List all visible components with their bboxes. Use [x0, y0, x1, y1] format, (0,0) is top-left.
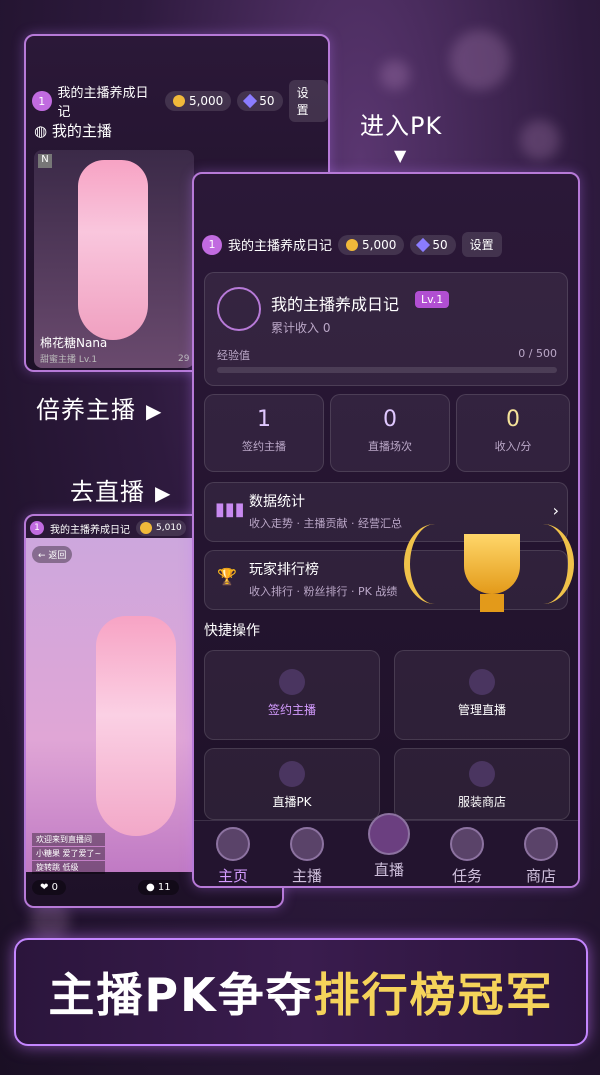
gem-icon: [416, 237, 431, 252]
data-sub: 收入走势 · 主播贡献 · 经营汇总: [249, 517, 402, 530]
arrow-icon: ▶: [146, 399, 163, 423]
action-pk[interactable]: 直播PK: [204, 748, 380, 820]
nav-live[interactable]: 直播: [368, 813, 410, 880]
anchor-icon: [290, 827, 324, 861]
bottom-nav: 主页 主播 直播 任务 商店: [194, 813, 578, 886]
data-title: 数据统计: [249, 494, 305, 510]
exp-value: 0 / 500: [518, 347, 557, 360]
train-label: 倍养主播 ▶: [36, 396, 163, 424]
quick-actions-title: 快捷操作: [204, 623, 260, 639]
stat-label: 直播场次: [368, 440, 412, 453]
viewer-counter: ● 11: [138, 880, 179, 895]
promo-banner: 主播PK争夺 排行榜冠军: [14, 938, 588, 1046]
chat-line: 旋转跳 低级: [32, 861, 106, 874]
action-costume-shop[interactable]: 服装商店: [394, 748, 570, 820]
nav-tasks[interactable]: 任务: [450, 827, 484, 886]
chat-line: 小糖果 爱了爱了~: [32, 847, 106, 860]
stat-card: 0 收入/分: [456, 394, 570, 472]
profile-income: 累计收入 0: [271, 321, 331, 335]
stat-card: 1 签约主播: [204, 394, 324, 472]
profile-avatar: [217, 287, 261, 331]
main-screen: 1 我的主播养成日记 5,000 50 设置 我的主播养成日记 Lv.1 累计收…: [192, 172, 580, 888]
app-title: 我的主播养成日记: [50, 524, 130, 536]
trophy-emblem-icon: [404, 504, 574, 634]
exp-label: 经验值: [217, 349, 250, 362]
level-badge: 1: [30, 521, 44, 535]
gem-icon: [243, 93, 258, 109]
coin-icon: [172, 95, 185, 107]
gem-pill: 50: [237, 91, 283, 111]
chat-list: 欢迎来到直播间 小糖果 爱了爱了~ 旋转跳 低级: [32, 832, 106, 875]
like-counter[interactable]: ❤ 0: [32, 880, 66, 895]
gem-pill: 50: [410, 234, 456, 255]
shop-icon: [524, 827, 558, 861]
action-icon: [469, 669, 495, 695]
arrow-icon: ▶: [155, 481, 172, 505]
portrait-figure: [78, 160, 148, 340]
rank-title: 玩家排行榜: [249, 562, 319, 578]
level-badge: 1: [202, 234, 222, 255]
profile-title: 我的主播养成日记: [271, 295, 400, 314]
banner-text-white: 主播PK争夺: [48, 968, 314, 1022]
chat-line: 欢迎来到直播间: [32, 833, 106, 846]
stat-card: 0 直播场次: [330, 394, 450, 472]
anchor-name: 棉花糖Nana: [40, 336, 108, 350]
task-icon: [450, 827, 484, 861]
anchor-portrait[interactable]: N 棉花糖Nana 甜蜜主播 Lv.1: [34, 150, 194, 368]
profile-panel: 我的主播养成日记 Lv.1 累计收入 0 经验值 0 / 500: [204, 272, 568, 386]
trophy-icon: 🏆: [217, 567, 237, 586]
rank-sub: 收入排行 · 粉丝排行 · PK 战绩: [249, 585, 398, 598]
action-manage-live[interactable]: 管理直播: [394, 650, 570, 740]
nav-anchor[interactable]: 主播: [290, 827, 324, 886]
settings-button[interactable]: 设置: [461, 232, 502, 257]
pk-arrow-icon: ▼: [394, 146, 407, 165]
stat-value: 0: [506, 407, 520, 432]
profile-level: Lv.1: [415, 291, 450, 308]
coin-pill: 5,000: [164, 91, 232, 111]
app-title: 我的主播养成日记: [228, 239, 333, 254]
stat-value: 1: [257, 407, 271, 432]
live-label: 去直播 ▶: [70, 478, 172, 506]
app-title: 我的主播养成日记: [57, 86, 149, 120]
action-icon: [279, 669, 305, 695]
stat-value: 0: [383, 407, 397, 432]
action-sign-anchor[interactable]: 签约主播: [204, 650, 380, 740]
live-figure: [96, 616, 176, 836]
stat-label: 签约主播: [242, 440, 286, 453]
coin-icon: [140, 522, 152, 534]
anchor-sub: 甜蜜主播 Lv.1: [40, 355, 98, 365]
bar-chart-icon: ▮▮▮: [215, 499, 245, 520]
section-title: ◍ 我的主播: [34, 122, 112, 140]
settings-button[interactable]: 设置: [288, 80, 328, 122]
exp-bar: [217, 367, 557, 373]
home-icon: [216, 827, 250, 861]
nav-shop[interactable]: 商店: [524, 827, 558, 886]
nav-home[interactable]: 主页: [216, 827, 250, 886]
pk-label: 进入PK: [360, 112, 443, 140]
level-badge: 1: [32, 91, 52, 111]
coin-pill: 5,010: [136, 520, 186, 536]
coin-icon: [346, 238, 359, 251]
rarity-badge: N: [38, 154, 52, 168]
stat-label: 收入/分: [494, 440, 532, 453]
back-button[interactable]: ← 返回: [32, 546, 73, 563]
banner-text-gold: 排行榜冠军: [313, 968, 554, 1022]
tv-icon: [368, 813, 410, 855]
anchor-num: 29: [178, 354, 190, 364]
action-icon: [469, 761, 495, 787]
action-icon: [279, 761, 305, 787]
coin-pill: 5,000: [338, 234, 405, 255]
